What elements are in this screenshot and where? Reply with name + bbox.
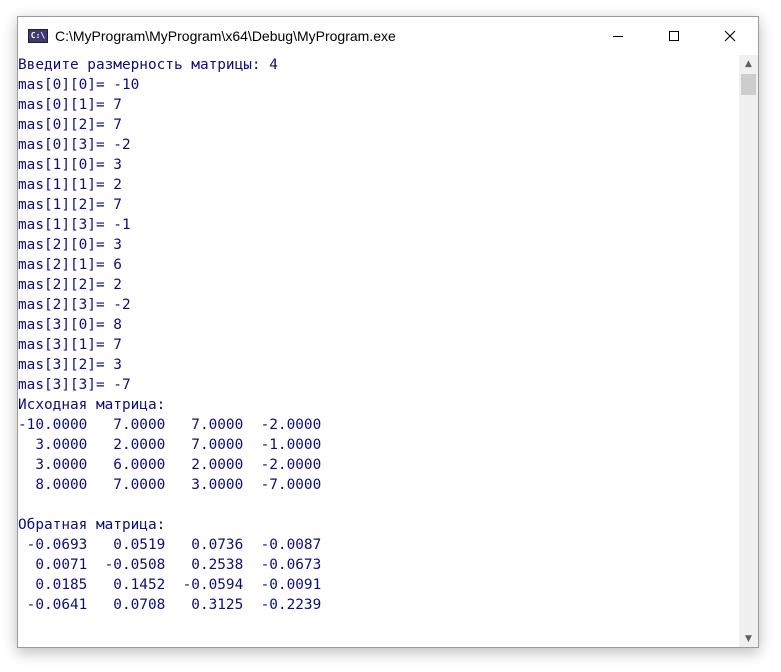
console-line: mas[3][2]= 3 xyxy=(18,357,122,373)
console-line: Введите размерность матрицы: 4 xyxy=(18,57,278,73)
console-line: mas[3][0]= 8 xyxy=(18,317,122,333)
console-line: mas[2][2]= 2 xyxy=(18,277,122,293)
title-bar[interactable]: C:\ C:\MyProgram\MyProgram\x64\Debug\MyP… xyxy=(18,17,758,55)
console-line: mas[1][0]= 3 xyxy=(18,157,122,173)
maximize-icon xyxy=(669,31,679,41)
scroll-down-button[interactable]: ▼ xyxy=(739,630,758,647)
console-line: 0.0071 -0.0508 0.2538 -0.0673 xyxy=(18,557,322,573)
console-line: mas[1][1]= 2 xyxy=(18,177,122,193)
console-line: mas[0][3]= -2 xyxy=(18,137,131,153)
window-title: C:\MyProgram\MyProgram\x64\Debug\MyProgr… xyxy=(55,28,396,44)
console-line: mas[0][1]= 7 xyxy=(18,97,122,113)
console-line: Исходная матрица: xyxy=(18,397,166,413)
vertical-scrollbar[interactable]: ▲ ▼ xyxy=(739,55,758,647)
console-app-icon[interactable]: C:\ xyxy=(28,29,48,43)
scroll-up-button[interactable]: ▲ xyxy=(739,55,758,72)
console-line: mas[3][3]= -7 xyxy=(18,377,131,393)
console-line: 0.0185 0.1452 -0.0594 -0.0091 xyxy=(18,577,322,593)
console-line: Обратная матрица: xyxy=(18,517,166,533)
console-line: mas[1][3]= -1 xyxy=(18,217,131,233)
console-line: mas[0][2]= 7 xyxy=(18,117,122,133)
close-icon xyxy=(724,30,736,42)
console-line: 3.0000 6.0000 2.0000 -2.0000 xyxy=(18,457,322,473)
close-button[interactable] xyxy=(702,17,758,55)
console-line: mas[2][0]= 3 xyxy=(18,237,122,253)
console-line: -10.0000 7.0000 7.0000 -2.0000 xyxy=(18,417,322,433)
minimize-icon xyxy=(613,36,623,37)
maximize-button[interactable] xyxy=(646,17,702,55)
console-line: mas[1][2]= 7 xyxy=(18,197,122,213)
console-line: mas[2][1]= 6 xyxy=(18,257,122,273)
scrollbar-thumb[interactable] xyxy=(741,74,756,95)
chevron-down-icon: ▼ xyxy=(745,633,752,644)
console-line: mas[2][3]= -2 xyxy=(18,297,131,313)
console-line: mas[0][0]= -10 xyxy=(18,77,140,93)
console-line: -0.0641 0.0708 0.3125 -0.2239 xyxy=(18,597,322,613)
console-line: 8.0000 7.0000 3.0000 -7.0000 xyxy=(18,477,322,493)
console-line: 3.0000 2.0000 7.0000 -1.0000 xyxy=(18,437,322,453)
console-line: -0.0693 0.0519 0.0736 -0.0087 xyxy=(18,537,322,553)
minimize-button[interactable] xyxy=(590,17,646,55)
console-line: mas[3][1]= 7 xyxy=(18,337,122,353)
console-text: Введите размерность матрицы: 4 mas[0][0]=… xyxy=(18,55,739,615)
console-output[interactable]: Введите размерность матрицы: 4 mas[0][0]=… xyxy=(18,55,739,647)
chevron-up-icon: ▲ xyxy=(745,58,752,69)
console-window: C:\ C:\MyProgram\MyProgram\x64\Debug\MyP… xyxy=(17,16,759,648)
